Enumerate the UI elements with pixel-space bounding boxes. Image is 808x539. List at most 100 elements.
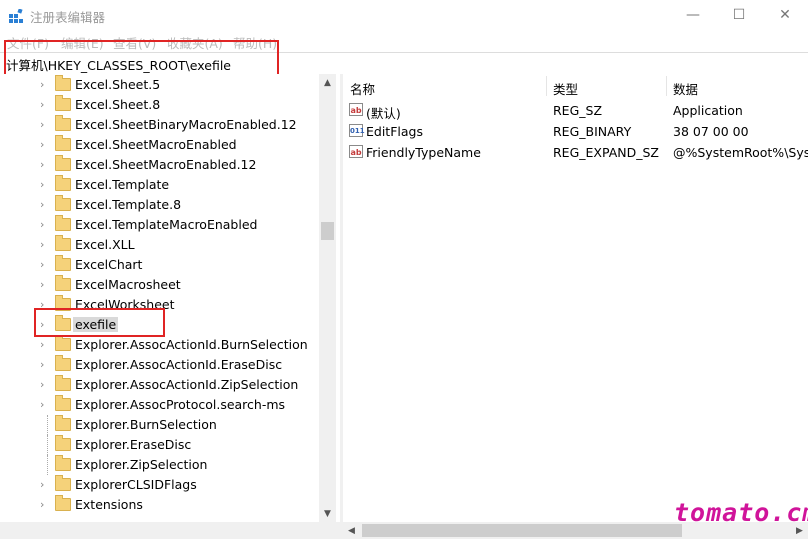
tree-item-label[interactable]: Excel.SheetMacroEnabled.12	[75, 157, 256, 172]
tree-item-label[interactable]: ExplorerCLSIDFlags	[75, 477, 197, 492]
tree-item[interactable]: Explorer.EraseDisc	[0, 435, 320, 455]
expand-chevron-icon[interactable]: ›	[40, 198, 44, 211]
folder-icon	[55, 435, 71, 451]
tree-item[interactable]: › Excel.Template	[0, 175, 320, 195]
tree-item[interactable]: › ExcelChart	[0, 255, 320, 275]
expand-chevron-icon[interactable]: ›	[40, 478, 44, 491]
tree-item[interactable]: Explorer.ZipSelection	[0, 455, 320, 475]
list-scroll-thumb[interactable]	[362, 524, 682, 537]
tree-item[interactable]: › Explorer.AssocActionId.BurnSelection	[0, 335, 320, 355]
folder-icon	[55, 475, 71, 491]
expand-chevron-icon[interactable]: ›	[40, 178, 44, 191]
window-title: 注册表编辑器	[30, 10, 106, 25]
value-row[interactable]: ab FriendlyTypeName REG_EXPAND_SZ @%SystemR…	[343, 142, 808, 163]
minimize-button[interactable]: —	[670, 0, 716, 30]
value-data: Application	[673, 103, 743, 118]
scroll-down-icon[interactable]: ▼	[319, 505, 336, 522]
tree-item-label[interactable]: Excel.XLL	[75, 237, 135, 252]
tree-item[interactable]: › Explorer.AssocProtocol.search-ms	[0, 395, 320, 415]
folder-icon	[55, 275, 71, 291]
tree-item[interactable]: › Excel.Sheet.8	[0, 95, 320, 115]
expand-chevron-icon[interactable]: ›	[40, 258, 44, 271]
value-type: REG_BINARY	[553, 124, 632, 139]
tree-connector-line	[47, 435, 49, 455]
tree-item[interactable]: › Explorer.AssocActionId.EraseDisc	[0, 355, 320, 375]
tree-item-label[interactable]: Explorer.AssocProtocol.search-ms	[75, 397, 285, 412]
expand-chevron-icon[interactable]: ›	[40, 218, 44, 231]
close-icon: ✕	[779, 7, 791, 23]
tree-item[interactable]: › Excel.SheetMacroEnabled.12	[0, 155, 320, 175]
column-separator[interactable]	[546, 76, 547, 96]
folder-icon	[55, 355, 71, 371]
expand-chevron-icon[interactable]: ›	[40, 118, 44, 131]
tree-item-label[interactable]: Excel.SheetBinaryMacroEnabled.12	[75, 117, 297, 132]
scroll-up-icon[interactable]: ▲	[319, 74, 336, 91]
tree-item-label[interactable]: Excel.Sheet.8	[75, 97, 160, 112]
tree-item[interactable]: › Excel.SheetBinaryMacroEnabled.12	[0, 115, 320, 135]
tree-horizontal-scrollbar[interactable]	[0, 522, 340, 539]
tree-item-label[interactable]: Excel.TemplateMacroEnabled	[75, 217, 257, 232]
folder-icon	[55, 395, 71, 411]
value-data: @%SystemRoot%\Syst	[673, 145, 808, 160]
tree-item-label[interactable]: Extensions	[75, 497, 143, 512]
value-row[interactable]: 011 EditFlags REG_BINARY 38 07 00 00	[343, 121, 808, 142]
tree-item[interactable]: Explorer.BurnSelection	[0, 415, 320, 435]
tree-item[interactable]: › Excel.Sheet.5	[0, 75, 320, 95]
tree-item[interactable]: › ExcelMacrosheet	[0, 275, 320, 295]
tree-item[interactable]: › Excel.XLL	[0, 235, 320, 255]
tree-item-label[interactable]: Excel.Sheet.5	[75, 77, 160, 92]
folder-icon	[55, 495, 71, 511]
tree-item-label[interactable]: Excel.Template	[75, 177, 169, 192]
column-separator[interactable]	[666, 76, 667, 96]
tree-item-label[interactable]: Explorer.AssocActionId.ZipSelection	[75, 377, 298, 392]
minimize-icon: —	[686, 7, 700, 23]
tree-item[interactable]: › ExplorerCLSIDFlags	[0, 475, 320, 495]
folder-icon	[55, 75, 71, 91]
close-button[interactable]: ✕	[762, 0, 808, 30]
tree-item-label[interactable]: Excel.Template.8	[75, 197, 181, 212]
expand-chevron-icon[interactable]: ›	[40, 498, 44, 511]
folder-icon	[55, 375, 71, 391]
tree-item-label[interactable]: Excel.SheetMacroEnabled	[75, 137, 237, 152]
expand-chevron-icon[interactable]: ›	[40, 338, 44, 351]
folder-icon	[55, 255, 71, 271]
title-bar: 注册表编辑器 — ☐ ✕	[0, 0, 808, 30]
tree-item-label[interactable]: Explorer.EraseDisc	[75, 437, 191, 452]
folder-icon	[55, 235, 71, 251]
maximize-icon: ☐	[732, 7, 746, 23]
tree-item[interactable]: › Excel.Template.8	[0, 195, 320, 215]
expand-chevron-icon[interactable]: ›	[40, 278, 44, 291]
value-type: REG_EXPAND_SZ	[553, 145, 659, 160]
tree-item-label[interactable]: Explorer.AssocActionId.EraseDisc	[75, 357, 282, 372]
expand-chevron-icon[interactable]: ›	[40, 138, 44, 151]
expand-chevron-icon[interactable]: ›	[40, 358, 44, 371]
tree-item-label[interactable]: ExcelMacrosheet	[75, 277, 181, 292]
registry-editor-icon	[9, 9, 23, 23]
tree-item-label[interactable]: Explorer.ZipSelection	[75, 457, 207, 472]
tree-scroll-thumb[interactable]	[321, 222, 334, 240]
scroll-left-icon[interactable]: ◀	[343, 522, 360, 539]
string-value-icon: ab	[349, 103, 363, 116]
expand-chevron-icon[interactable]: ›	[40, 378, 44, 391]
tree-item[interactable]: › Excel.SheetMacroEnabled	[0, 135, 320, 155]
value-row[interactable]: ab (默认) REG_SZ Application	[343, 100, 808, 121]
tree-item-label[interactable]: Explorer.BurnSelection	[75, 417, 217, 432]
expand-chevron-icon[interactable]: ›	[40, 78, 44, 91]
expand-chevron-icon[interactable]: ›	[40, 238, 44, 251]
folder-icon	[55, 455, 71, 471]
folder-icon	[55, 135, 71, 151]
key-tree[interactable]: › Excel.Sheet.5 › Excel.Sheet.8 › Excel.Sheet…	[0, 74, 340, 539]
tree-item[interactable]: › Explorer.AssocActionId.ZipSelection	[0, 375, 320, 395]
expand-chevron-icon[interactable]: ›	[40, 98, 44, 111]
tree-item[interactable]: › Excel.TemplateMacroEnabled	[0, 215, 320, 235]
tree-item-label[interactable]: ExcelChart	[75, 257, 142, 272]
tree-item[interactable]: › Extensions	[0, 495, 320, 515]
folder-icon	[55, 115, 71, 131]
tree-item-label[interactable]: Explorer.AssocActionId.BurnSelection	[75, 337, 308, 352]
tree-vertical-scrollbar[interactable]	[319, 74, 336, 522]
maximize-button[interactable]: ☐	[716, 0, 762, 30]
value-name: (默认)	[366, 106, 401, 121]
expand-chevron-icon[interactable]: ›	[40, 398, 44, 411]
string-value-icon: ab	[349, 145, 363, 158]
expand-chevron-icon[interactable]: ›	[40, 158, 44, 171]
